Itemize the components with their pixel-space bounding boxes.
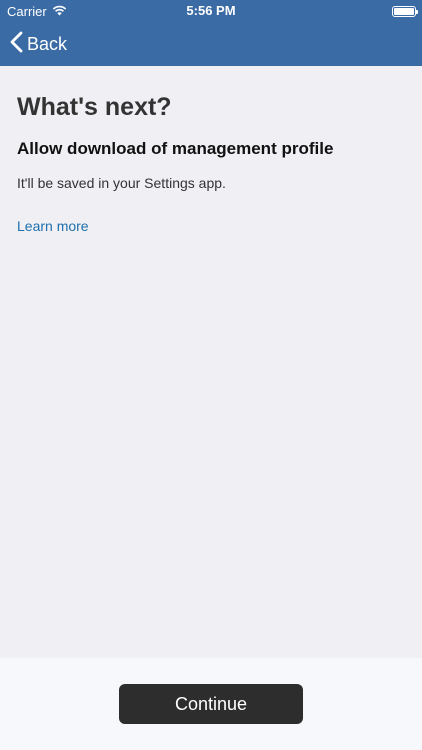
page-title: What's next? bbox=[17, 93, 172, 121]
battery-icon bbox=[392, 5, 418, 17]
description-text: It'll be saved in your Settings app. bbox=[17, 175, 226, 191]
learn-more-link[interactable]: Learn more bbox=[17, 218, 89, 234]
navigation-bar: Back bbox=[0, 22, 422, 66]
carrier-label: Carrier bbox=[7, 3, 47, 19]
chevron-left-icon bbox=[10, 31, 23, 58]
status-left: Carrier bbox=[7, 4, 67, 19]
continue-button[interactable]: Continue bbox=[119, 684, 303, 724]
section-subtitle: Allow download of management profile bbox=[17, 139, 334, 158]
back-label: Back bbox=[27, 33, 68, 54]
battery-fill bbox=[394, 7, 414, 15]
back-button[interactable]: Back bbox=[10, 31, 67, 58]
top-bar: Carrier 5:56 PM Back bbox=[0, 0, 422, 66]
status-bar: Carrier bbox=[0, 0, 422, 22]
main-content: What's next? Allow download of managemen… bbox=[17, 92, 405, 236]
wifi-icon bbox=[52, 4, 67, 19]
